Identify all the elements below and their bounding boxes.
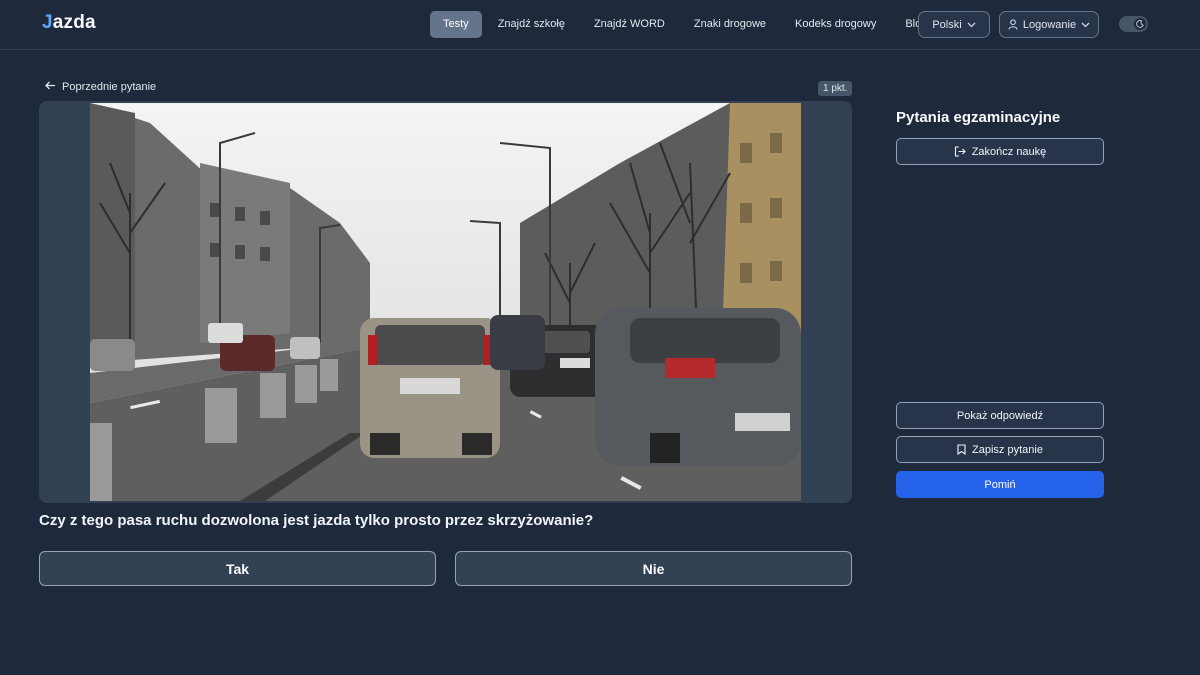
nav-item-find-word[interactable]: Znajdź WORD [581, 11, 678, 38]
logo[interactable]: Jazda [42, 12, 96, 34]
login-button[interactable]: Logowanie [999, 11, 1099, 38]
main-nav: Testy Znajdź szkołę Znajdź WORD Znaki dr… [430, 11, 943, 38]
answer-yes-button[interactable]: Tak [39, 551, 436, 586]
user-icon [1008, 19, 1018, 30]
end-learning-button[interactable]: Zakończ naukę [896, 138, 1104, 165]
skip-button[interactable]: Pomiń [896, 471, 1104, 498]
bookmark-icon [957, 444, 966, 455]
previous-question-link[interactable]: Poprzednie pytanie [45, 81, 156, 93]
question-text: Czy z tego pasa ruchu dozwolona jest jaz… [39, 512, 594, 529]
chevron-down-icon [967, 20, 976, 30]
save-question-button[interactable]: Zapisz pytanie [896, 436, 1104, 463]
answer-no-button[interactable]: Nie [455, 551, 852, 586]
road-scene-image [90, 103, 801, 501]
nav-item-testy[interactable]: Testy [430, 11, 482, 38]
previous-question-label: Poprzednie pytanie [62, 81, 157, 93]
logo-text: azda [52, 12, 96, 33]
theme-toggle[interactable] [1119, 16, 1148, 32]
login-label: Logowanie [1022, 18, 1077, 31]
sidebar-title: Pytania egzaminacyjne [896, 109, 1061, 126]
arrow-left-icon [45, 81, 56, 93]
nav-item-road-signs[interactable]: Znaki drogowe [681, 11, 779, 38]
top-navbar: Jazda Testy Znajdź szkołę Znajdź WORD Zn… [0, 0, 1200, 50]
language-select[interactable]: Polski [918, 11, 990, 38]
logo-mark: J [42, 12, 53, 33]
save-question-label: Zapisz pytanie [972, 443, 1043, 456]
language-label: Polski [932, 18, 962, 31]
points-badge: 1 pkt. [818, 81, 853, 96]
nav-item-traffic-code[interactable]: Kodeks drogowy [782, 11, 889, 38]
chevron-down-icon [1081, 20, 1090, 30]
nav-item-find-school[interactable]: Znajdź szkołę [485, 11, 578, 38]
moon-icon [1134, 18, 1146, 30]
exit-icon [954, 146, 966, 157]
show-answer-button[interactable]: Pokaż odpowiedź [896, 402, 1104, 429]
end-learning-label: Zakończ naukę [971, 145, 1047, 158]
question-media [39, 101, 852, 503]
